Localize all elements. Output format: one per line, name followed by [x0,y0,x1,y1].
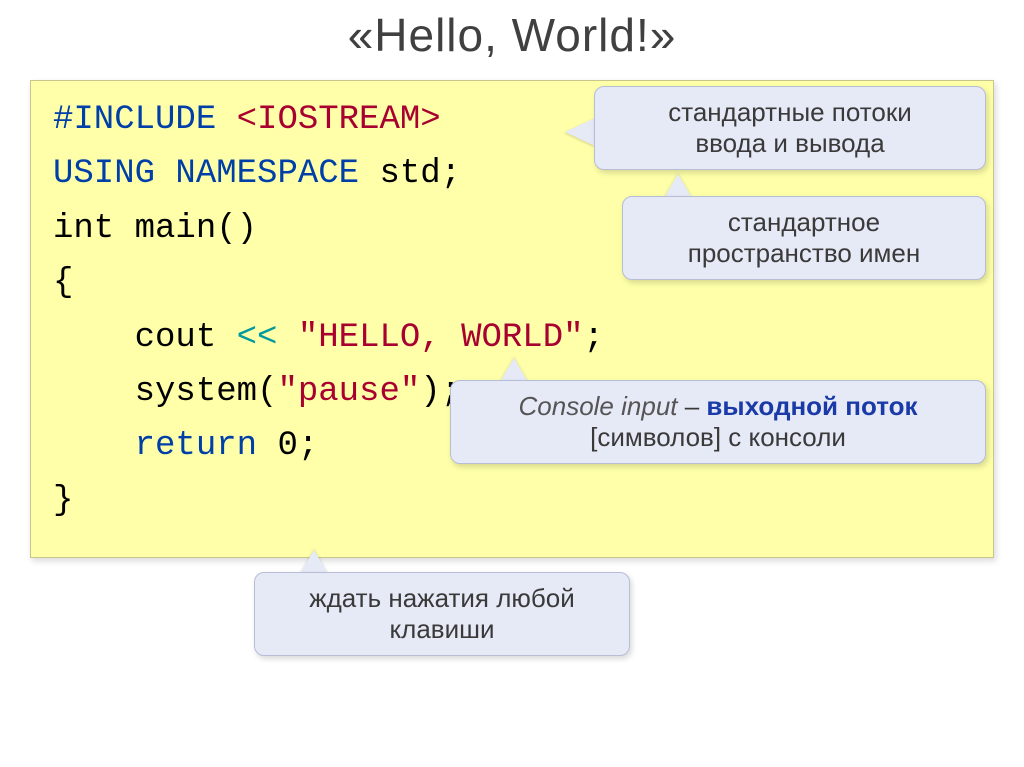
callout-pointer-pause [300,550,328,574]
callout-text: пространство имен [645,238,963,269]
callout-cout: Console input – выходной поток [символов… [450,380,986,464]
tok-std: std; [379,155,461,193]
code-line-5: cout << "Hello, World"; [53,311,971,365]
tok-cout: cout [53,319,237,357]
callout-bold: выходной поток [706,391,917,421]
callout-pointer-cout [500,358,528,382]
callout-pause: ждать нажатия любой клавиши [254,572,630,656]
tok-iostream: <iostream> [237,101,441,139]
callout-text: ждать нажатия любой [277,583,607,614]
callout-pointer-namespace [664,174,692,198]
callout-dash: – [678,391,707,421]
callout-namespace: стандартное пространство имен [622,196,986,280]
tok-pause-str: "pause" [277,373,420,411]
tok-semicolon-2: ; [298,427,318,465]
callout-text: [символов] с консоли [473,422,963,453]
callout-text: ввода и вывода [617,128,963,159]
tok-system: system( [53,373,277,411]
code-line-8: } [53,474,971,528]
tok-hello-str: "Hello, World" [298,319,584,357]
callout-text: клавиши [277,614,607,645]
tok-return: return [53,427,277,465]
tok-include: #include [53,101,237,139]
tok-semicolon-1: ; [584,319,604,357]
tok-insert-op: << [237,319,298,357]
slide-title: «Hello, World!» [0,8,1024,62]
callout-text: стандартные потоки [617,97,963,128]
tok-namespace: namespace [175,155,379,193]
callout-italic: Console input [519,391,678,421]
callout-iostream: стандартные потоки ввода и вывода [594,86,986,170]
callout-pointer-iostream [565,118,595,146]
tok-using: using [53,155,175,193]
callout-text: Console input – выходной поток [473,391,963,422]
tok-zero: 0 [277,427,297,465]
callout-text: стандартное [645,207,963,238]
